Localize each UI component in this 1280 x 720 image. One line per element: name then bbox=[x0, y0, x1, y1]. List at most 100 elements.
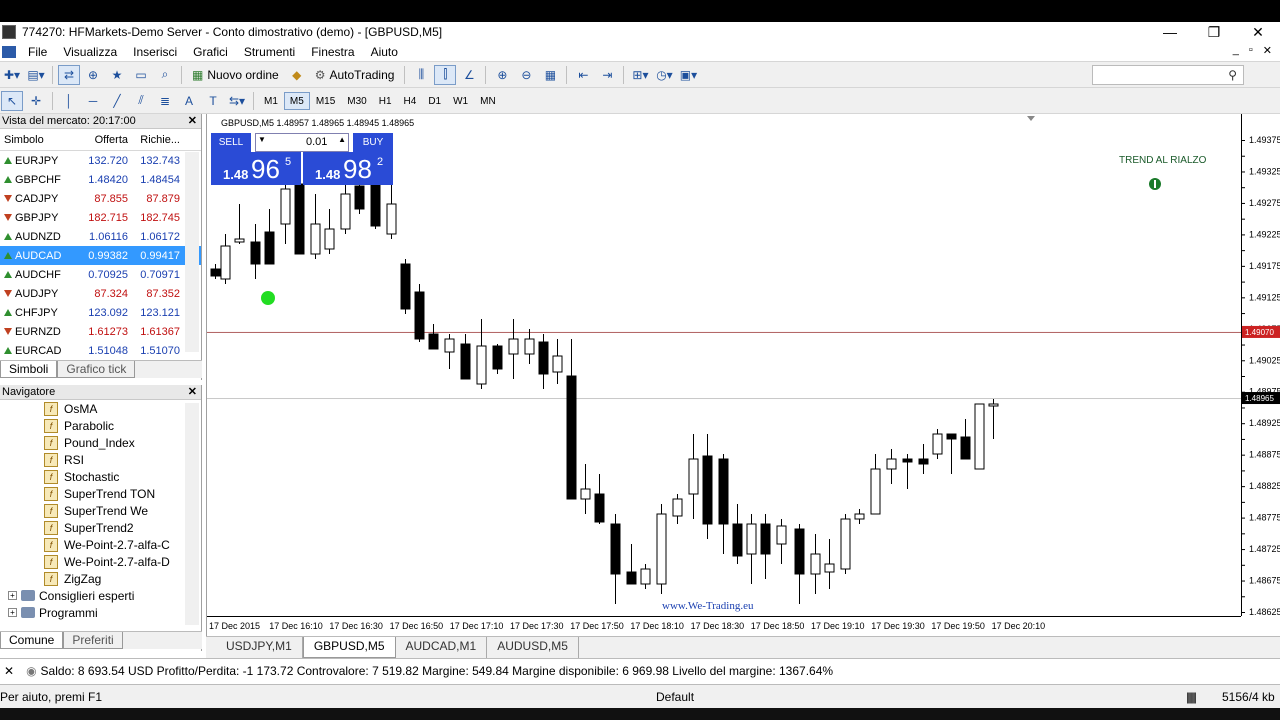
mdi-close-icon[interactable]: ✕ bbox=[1263, 44, 1272, 57]
chart-tab-audcad[interactable]: AUDCAD,M1 bbox=[396, 637, 488, 658]
fibonacci-icon[interactable]: ≣ bbox=[154, 91, 176, 111]
autotrading-button[interactable]: ⚙ AutoTrading bbox=[310, 65, 400, 85]
new-chart-icon[interactable]: ✚▾ bbox=[1, 65, 23, 85]
chart-tab-audusd[interactable]: AUDUSD,M5 bbox=[487, 637, 579, 658]
sell-button[interactable]: SELL bbox=[211, 133, 251, 152]
market-watch-row[interactable]: GBPJPY 182.715 182.745 bbox=[0, 208, 201, 227]
buy-price-button[interactable]: 1.48 98 2 bbox=[303, 152, 393, 185]
market-watch-row[interactable]: CHFJPY 123.092 123.121 bbox=[0, 303, 201, 322]
navigator-scrollbar[interactable] bbox=[185, 403, 199, 625]
chart-window[interactable]: 1.49375 1.49325 1.49275 1.49225 1.49175 1.491… bbox=[206, 114, 1280, 636]
market-watch-close-icon[interactable]: ✕ bbox=[188, 114, 197, 129]
navigator-indicator-item[interactable]: f Pound_Index bbox=[0, 434, 201, 451]
chart-tab-gbpusd[interactable]: GBPUSD,M5 bbox=[302, 637, 396, 658]
tf-m15[interactable]: M15 bbox=[310, 92, 341, 110]
minimize-button[interactable]: — bbox=[1148, 22, 1192, 42]
text-label-icon[interactable]: T bbox=[202, 91, 224, 111]
market-watch-row[interactable]: AUDJPY 87.324 87.352 bbox=[0, 284, 201, 303]
trendline-icon[interactable]: ╱ bbox=[106, 91, 128, 111]
navigator-indicator-item[interactable]: f OsMA bbox=[0, 400, 201, 417]
horizontal-line-icon[interactable]: ─ bbox=[82, 91, 104, 111]
candlestick-chart[interactable]: 1.49375 1.49325 1.49275 1.49225 1.49175 1.491… bbox=[207, 114, 1280, 636]
tf-w1[interactable]: W1 bbox=[447, 92, 474, 110]
text-icon[interactable]: A bbox=[178, 91, 200, 111]
market-watch-row[interactable]: EURJPY 132.720 132.743 bbox=[0, 151, 201, 170]
navigator-close-icon[interactable]: ✕ bbox=[188, 385, 197, 400]
tf-d1[interactable]: D1 bbox=[422, 92, 447, 110]
profiles-icon[interactable]: ▤▾ bbox=[25, 65, 47, 85]
cursor-icon[interactable]: ↖ bbox=[1, 90, 23, 111]
navigator-indicator-item[interactable]: f SuperTrend TON bbox=[0, 485, 201, 502]
lot-size-input[interactable]: ▼ 0.01 ▲ bbox=[255, 133, 349, 152]
navigator-folder[interactable]: + Programmi bbox=[0, 604, 201, 621]
auto-scroll-icon[interactable]: ⇤ bbox=[572, 65, 594, 85]
data-window-icon[interactable]: ⊕ bbox=[82, 65, 104, 85]
lot-up-icon[interactable]: ▲ bbox=[338, 135, 346, 144]
tab-symbols[interactable]: Simboli bbox=[0, 361, 58, 378]
bar-chart-icon[interactable]: ⫼ bbox=[410, 65, 432, 85]
mdi-icon[interactable] bbox=[2, 45, 16, 58]
buy-button[interactable]: BUY bbox=[353, 133, 393, 152]
periods-icon[interactable]: ◷▾ bbox=[653, 65, 675, 85]
search-input[interactable]: ⚲ bbox=[1092, 65, 1244, 85]
market-watch-row[interactable]: EURNZD 1.61273 1.61367 bbox=[0, 322, 201, 341]
account-close-icon[interactable]: ✕ bbox=[4, 664, 14, 678]
chart-shift-icon[interactable]: ⇥ bbox=[596, 65, 618, 85]
tf-m5[interactable]: M5 bbox=[283, 91, 310, 110]
navigator-indicator-item[interactable]: f RSI bbox=[0, 451, 201, 468]
navigator-indicator-item[interactable]: f We-Point-2.7-alfa-C bbox=[0, 536, 201, 553]
menu-window[interactable]: Finestra bbox=[303, 45, 362, 59]
market-watch-row[interactable]: GBPCHF 1.48420 1.48454 bbox=[0, 170, 201, 189]
market-watch-scrollbar[interactable] bbox=[185, 152, 199, 352]
tab-tick-chart[interactable]: Grafico tick bbox=[57, 361, 136, 378]
navigator-indicator-item[interactable]: f ZigZag bbox=[0, 570, 201, 587]
navigator-indicator-item[interactable]: f Parabolic bbox=[0, 417, 201, 434]
expand-icon[interactable]: + bbox=[8, 591, 17, 600]
indicators-icon[interactable]: ⊞▾ bbox=[629, 65, 651, 85]
search-icon[interactable]: ⚲ bbox=[1228, 68, 1237, 82]
tf-m1[interactable]: M1 bbox=[258, 92, 284, 110]
navigator-indicator-item[interactable]: f Stochastic bbox=[0, 468, 201, 485]
navigator-indicator-item[interactable]: f We-Point-2.7-alfa-D bbox=[0, 553, 201, 570]
market-watch-row[interactable]: CADJPY 87.855 87.879 bbox=[0, 189, 201, 208]
tester-icon[interactable]: ⌕ bbox=[154, 65, 176, 85]
arrows-icon[interactable]: ⇆▾ bbox=[226, 91, 248, 111]
templates-icon[interactable]: ▣▾ bbox=[677, 65, 699, 85]
zoom-in-icon[interactable]: ⊕ bbox=[491, 65, 513, 85]
market-watch-row[interactable]: EURCAD 1.51048 1.51070 bbox=[0, 341, 201, 360]
header-bid[interactable]: Offerta bbox=[88, 134, 128, 146]
tf-m30[interactable]: M30 bbox=[341, 92, 372, 110]
zoom-out-icon[interactable]: ⊖ bbox=[515, 65, 537, 85]
navigator-indicator-item[interactable]: f SuperTrend2 bbox=[0, 519, 201, 536]
menu-view[interactable]: Visualizza bbox=[55, 45, 125, 59]
close-button[interactable]: ✕ bbox=[1236, 22, 1280, 42]
crosshair-icon[interactable]: ✛ bbox=[25, 91, 47, 111]
header-symbol[interactable]: Simbolo bbox=[0, 134, 88, 146]
maximize-button[interactable]: ❐ bbox=[1192, 22, 1236, 42]
navigator-icon[interactable]: ★ bbox=[106, 65, 128, 85]
menu-insert[interactable]: Inserisci bbox=[125, 45, 185, 59]
vertical-line-icon[interactable]: │ bbox=[58, 91, 80, 111]
tab-common[interactable]: Comune bbox=[0, 632, 64, 649]
mdi-minimize-icon[interactable]: _ bbox=[1233, 44, 1239, 57]
menu-help[interactable]: Aiuto bbox=[363, 45, 406, 59]
market-watch-icon[interactable]: ⇄ bbox=[58, 64, 80, 85]
metaeditor-icon[interactable]: ◆ bbox=[286, 65, 308, 85]
lot-down-icon[interactable]: ▼ bbox=[258, 135, 270, 144]
navigator-indicator-item[interactable]: f SuperTrend We bbox=[0, 502, 201, 519]
candlestick-icon[interactable]: ⫿ bbox=[434, 64, 457, 85]
channel-icon[interactable]: ⫽ bbox=[130, 91, 152, 111]
expand-icon[interactable]: + bbox=[8, 608, 17, 617]
new-order-button[interactable]: ▦ Nuovo ordine bbox=[187, 65, 284, 85]
menu-tools[interactable]: Strumenti bbox=[236, 45, 303, 59]
terminal-icon[interactable]: ▭ bbox=[130, 65, 152, 85]
market-watch-row[interactable]: AUDNZD 1.06116 1.06172 bbox=[0, 227, 201, 246]
sell-price-button[interactable]: 1.48 96 5 bbox=[211, 152, 301, 185]
menu-charts[interactable]: Grafici bbox=[185, 45, 236, 59]
market-watch-row[interactable]: AUDCAD 0.99382 0.99417 bbox=[0, 246, 201, 265]
menu-file[interactable]: File bbox=[20, 45, 55, 59]
tf-h4[interactable]: H4 bbox=[398, 92, 423, 110]
chart-tab-usdjpy[interactable]: USDJPY,M1 bbox=[216, 637, 303, 658]
tf-mn[interactable]: MN bbox=[474, 92, 502, 110]
market-watch-row[interactable]: AUDCHF 0.70925 0.70971 bbox=[0, 265, 201, 284]
